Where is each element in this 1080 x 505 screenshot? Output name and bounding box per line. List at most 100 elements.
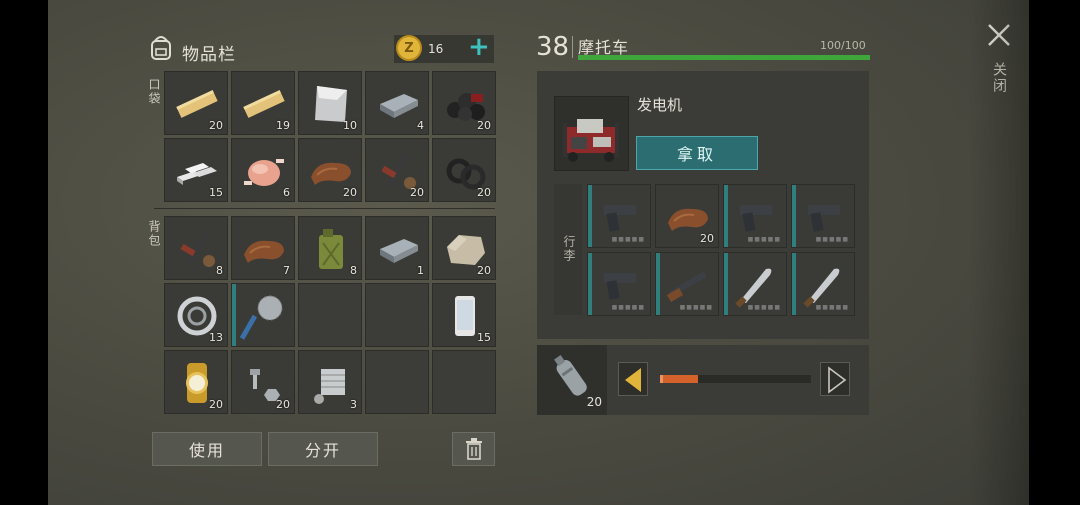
item-count: 7 bbox=[283, 264, 290, 277]
inventory-slot[interactable]: 10 bbox=[298, 71, 362, 135]
item-count: 20 bbox=[209, 398, 223, 411]
inventory-slot[interactable]: 20 bbox=[432, 138, 496, 202]
inventory-slot[interactable]: 7 bbox=[231, 216, 295, 280]
add-coins-button[interactable]: + bbox=[468, 32, 490, 62]
item-count: 20 bbox=[477, 264, 491, 277]
durability-dots: ■■■■■ bbox=[747, 304, 781, 311]
item-count: 8 bbox=[216, 264, 223, 277]
item-count: 19 bbox=[276, 119, 290, 132]
inventory-slot[interactable]: 15 bbox=[432, 283, 496, 347]
close-button[interactable] bbox=[986, 22, 1012, 48]
fuel-slot[interactable]: 20 bbox=[537, 345, 607, 415]
durability-dots: ■■■■■ bbox=[747, 236, 781, 243]
durability-bar bbox=[588, 185, 592, 247]
saw-blade-icon bbox=[240, 295, 283, 340]
inventory-slot[interactable]: 20 bbox=[164, 350, 228, 414]
item-count: 20 bbox=[700, 232, 714, 245]
empty-slot[interactable] bbox=[432, 350, 496, 414]
fuel-slider[interactable] bbox=[660, 375, 811, 383]
iron-bar-icon bbox=[380, 239, 418, 263]
item-count: 1 bbox=[417, 264, 424, 277]
arrow-right-icon bbox=[828, 366, 847, 394]
fuel-fill bbox=[660, 375, 698, 383]
item-count: 20 bbox=[276, 398, 290, 411]
inventory-slot[interactable]: 8 bbox=[164, 216, 228, 280]
item-count: 8 bbox=[350, 264, 357, 277]
machete-icon bbox=[803, 268, 840, 308]
iron-bar-icon bbox=[380, 94, 418, 118]
divider bbox=[154, 208, 495, 209]
vehicle-health-bar bbox=[578, 55, 870, 60]
inventory-slot[interactable]: ■■■■■ bbox=[791, 184, 855, 248]
pistol-icon bbox=[604, 273, 636, 300]
durability-bar bbox=[724, 253, 728, 315]
arrow-left-icon bbox=[625, 368, 641, 392]
inventory-slot[interactable]: ■■■■■ bbox=[587, 252, 651, 316]
coin-count: 16 bbox=[428, 42, 444, 56]
inventory-slot[interactable]: ■■■■■ bbox=[723, 252, 787, 316]
empty-slot[interactable] bbox=[365, 350, 429, 414]
inventory-slot[interactable] bbox=[231, 283, 295, 347]
inventory-slot[interactable]: 20 bbox=[231, 350, 295, 414]
inventory-slot[interactable]: 8 bbox=[298, 216, 362, 280]
durability-bar bbox=[724, 185, 728, 247]
durability-bar bbox=[656, 253, 660, 315]
trash-button[interactable] bbox=[452, 432, 495, 466]
game-frame: 物品栏 Z 16 + 口袋 20 19 10 4 20 15 6 20 20 20 背包 8 7 8 1… bbox=[48, 0, 1029, 505]
split-button[interactable]: 分开 bbox=[268, 432, 378, 466]
jerrycan-icon bbox=[319, 229, 343, 269]
durability-dots: ■■■■■ bbox=[679, 304, 713, 311]
item-count: 20 bbox=[410, 186, 424, 199]
durability-dots: ■■■■■ bbox=[611, 304, 645, 311]
luggage-label: 行李 bbox=[562, 235, 576, 263]
fuel-decrease-button[interactable] bbox=[618, 362, 648, 396]
header-divider bbox=[572, 36, 573, 58]
shotgun-icon bbox=[666, 271, 707, 302]
inventory-slot[interactable]: ■■■■■ bbox=[655, 252, 719, 316]
inventory-slot[interactable]: 3 bbox=[298, 350, 362, 414]
generator-icon bbox=[563, 119, 619, 162]
use-button[interactable]: 使用 bbox=[152, 432, 262, 466]
leather-icon bbox=[244, 240, 284, 263]
machete-icon bbox=[735, 268, 772, 308]
inventory-slot[interactable]: 6 bbox=[231, 138, 295, 202]
engine-part-icon bbox=[314, 369, 345, 404]
inventory-slot[interactable]: 4 bbox=[365, 71, 429, 135]
inventory-slot[interactable]: 20 bbox=[432, 71, 496, 135]
item-count: 4 bbox=[417, 119, 424, 132]
item-count: 3 bbox=[350, 398, 357, 411]
generator-slot[interactable] bbox=[554, 96, 629, 171]
inventory-slot[interactable]: 15 bbox=[164, 138, 228, 202]
item-count: 20 bbox=[477, 119, 491, 132]
durability-bar bbox=[792, 185, 796, 247]
inventory-slot[interactable]: ■■■■■ bbox=[791, 252, 855, 316]
inventory-slot[interactable]: 20 bbox=[655, 184, 719, 248]
empty-slot[interactable] bbox=[365, 283, 429, 347]
inventory-slot[interactable]: ■■■■■ bbox=[723, 184, 787, 248]
take-button[interactable]: 拿取 bbox=[636, 136, 758, 170]
backpack-icon bbox=[146, 32, 176, 62]
inventory-slot[interactable]: 19 bbox=[231, 71, 295, 135]
raw-chicken-icon bbox=[244, 159, 284, 186]
durability-bar bbox=[792, 253, 796, 315]
durability-bar bbox=[232, 284, 236, 346]
weapon-parts-icon bbox=[180, 231, 215, 267]
item-count: 10 bbox=[343, 119, 357, 132]
inventory-slot[interactable]: 20 bbox=[298, 138, 362, 202]
item-count: 15 bbox=[209, 186, 223, 199]
durability-dots: ■■■■■ bbox=[815, 236, 849, 243]
inventory-slot[interactable]: 20 bbox=[365, 138, 429, 202]
fuel-increase-button[interactable] bbox=[820, 362, 850, 396]
inventory-slot[interactable]: 13 bbox=[164, 283, 228, 347]
generator-name: 发电机 bbox=[637, 96, 683, 114]
empty-slot[interactable] bbox=[298, 283, 362, 347]
pistol-icon bbox=[604, 205, 636, 232]
item-count: 6 bbox=[283, 186, 290, 199]
durability-bar bbox=[588, 253, 592, 315]
inventory-slot[interactable]: ■■■■■ bbox=[587, 184, 651, 248]
inventory-slot[interactable]: 20 bbox=[164, 71, 228, 135]
item-count: 20 bbox=[343, 186, 357, 199]
inventory-slot[interactable]: 1 bbox=[365, 216, 429, 280]
inventory-slot[interactable]: 20 bbox=[432, 216, 496, 280]
close-label: 关闭 bbox=[991, 62, 1007, 94]
